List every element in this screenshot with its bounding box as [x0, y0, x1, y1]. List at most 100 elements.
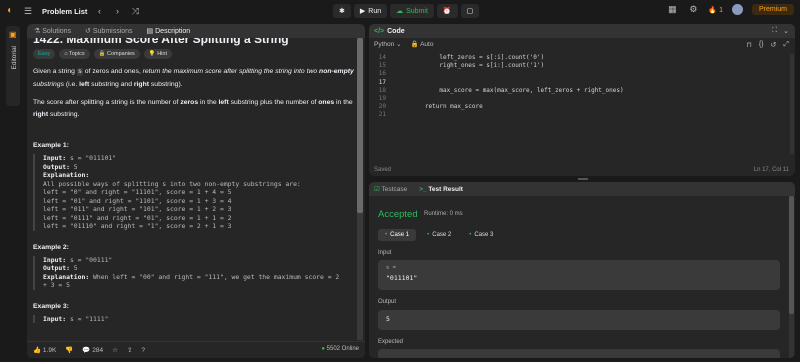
- text: right: [33, 110, 49, 118]
- collapse-icon[interactable]: ⌄: [783, 27, 789, 35]
- dislike-button[interactable]: 👎: [65, 346, 73, 354]
- explanation-line: left = "0" and right = "11101", score = …: [43, 188, 232, 196]
- help-button[interactable]: ?: [141, 347, 145, 354]
- code-editor[interactable]: 14 left_zeros = s[:i].count('0') 15 righ…: [369, 54, 789, 120]
- bookmark-icon[interactable]: ⊓: [746, 41, 751, 49]
- mode-select[interactable]: 🔒 Auto: [411, 40, 434, 48]
- star-icon: ☆: [112, 347, 118, 354]
- explanation-line: + 3 = 5: [43, 281, 70, 289]
- tab-test-result[interactable]: >_ Test Result: [419, 186, 463, 193]
- tab-solutions[interactable]: ⚗ Solutions: [34, 27, 71, 35]
- fire-icon: 🔥: [708, 6, 718, 14]
- cloud-upload-icon: ☁: [396, 8, 404, 15]
- tab-description-label: Description: [155, 28, 191, 35]
- topics-label: Topics: [69, 51, 85, 57]
- explanation-line: left = "011" and right = "101", score = …: [43, 205, 232, 213]
- debug-button[interactable]: ✱: [333, 4, 351, 18]
- thumbs-up-icon: 👍: [33, 347, 42, 354]
- splitter-grip[interactable]: [578, 178, 588, 180]
- run-button[interactable]: ▶ Run: [353, 4, 388, 18]
- comments-button[interactable]: 💬 284: [82, 346, 103, 354]
- editorial-tab[interactable]: ▣ Editorial: [6, 26, 20, 106]
- code-line: 15 right_ones = s[i:].count('1'): [369, 62, 789, 70]
- lock-icon: 🔒: [98, 51, 106, 57]
- input-var: s =: [386, 265, 396, 271]
- text: left: [218, 99, 229, 106]
- vertical-splitter[interactable]: [366, 24, 368, 358]
- layout-icon[interactable]: ▦: [666, 4, 678, 15]
- companies-chip[interactable]: 🔒 Companies: [93, 49, 140, 59]
- language-label: Python: [374, 41, 395, 48]
- leetcode-logo-icon[interactable]: ◖: [6, 5, 16, 17]
- like-button[interactable]: 👍 1.9K: [33, 346, 56, 354]
- text: ones: [318, 99, 335, 106]
- timer-button[interactable]: ⏰: [436, 4, 458, 18]
- line-number: 20: [378, 103, 386, 111]
- explanation-key: Explanation:: [43, 272, 90, 281]
- code-scrollbar[interactable]: [790, 54, 794, 154]
- hint-chip[interactable]: 💡 Hint: [143, 49, 172, 59]
- description-panel: ⚗ Solutions ↺ Submissions ▤ Description …: [27, 24, 365, 358]
- companies-label: Companies: [106, 51, 135, 57]
- editorial-label: Editorial: [11, 46, 18, 70]
- line-number: 14: [378, 54, 386, 61]
- alarm-icon: ⏰: [442, 8, 452, 15]
- code-line: 18 max_score = max(max_score, left_zeros…: [369, 87, 789, 95]
- settings-gear-icon[interactable]: ⚙: [687, 4, 699, 15]
- shuffle-icon[interactable]: ⤨: [129, 6, 141, 17]
- case-tab-2[interactable]: • Case 2: [420, 229, 458, 241]
- thumbs-down-icon: 👎: [65, 347, 74, 354]
- code-brackets-icon: </>: [374, 27, 385, 35]
- streak-counter[interactable]: 🔥 1: [708, 6, 723, 14]
- bug-icon: ✱: [339, 8, 345, 15]
- case-tab-3[interactable]: • Case 3: [462, 229, 500, 241]
- code-toolbar-actions: ⊓ {} ↺ ⤢: [746, 41, 789, 49]
- tab-submissions[interactable]: ↺ Submissions: [85, 27, 133, 35]
- tab-test-result-label: Test Result: [428, 185, 463, 193]
- text: substring).: [149, 80, 183, 88]
- premium-button[interactable]: Premium: [751, 4, 794, 15]
- example-3-title: Example 3:: [33, 302, 69, 310]
- tab-description[interactable]: ▤ Description: [147, 27, 191, 35]
- prev-problem-icon[interactable]: ‹: [93, 6, 105, 16]
- difficulty-badge: Easy: [33, 49, 56, 59]
- description-scroll-thumb[interactable]: [357, 38, 363, 213]
- explanation-line: All possible ways of splitting s into tw…: [43, 179, 301, 188]
- notes-button[interactable]: ▢: [460, 4, 480, 18]
- text: substring and: [89, 80, 134, 88]
- fullscreen-icon[interactable]: ⤢: [783, 41, 789, 49]
- problem-list-icon[interactable]: ☰: [22, 6, 34, 17]
- lock-icon: 🔒: [410, 41, 419, 48]
- input-value: s = "011101": [66, 154, 117, 162]
- lightbulb-icon: 💡: [148, 51, 156, 57]
- explanation-line: left = "01" and right = "1101", score = …: [43, 196, 232, 205]
- online-count: ● 5502 Online: [321, 346, 359, 352]
- braces-icon[interactable]: {}: [759, 41, 764, 49]
- code-toolbar: Python ⌄ 🔒 Auto: [369, 38, 795, 50]
- avatar[interactable]: [731, 4, 743, 15]
- input-value: s = "00111": [66, 255, 113, 264]
- tab-testcase[interactable]: ☑ Testcase: [374, 185, 407, 193]
- text: in the: [334, 99, 353, 106]
- explanation-line: left = "0111" and right = "01", score = …: [43, 213, 232, 222]
- problem-list-link[interactable]: Problem List: [42, 7, 87, 16]
- chevron-down-icon: ⌄: [396, 41, 402, 48]
- runtime-label: Runtime: 0 ms: [424, 211, 463, 217]
- topics-chip[interactable]: ⌂ Topics: [59, 49, 90, 59]
- favorite-button[interactable]: ☆: [112, 346, 118, 354]
- streak-count: 1: [719, 6, 723, 14]
- output-key: Output:: [43, 264, 70, 272]
- line-number: 17: [378, 78, 386, 86]
- next-problem-icon[interactable]: ›: [111, 6, 123, 16]
- line-text: left_zeros = s[:i].count('0'): [396, 54, 545, 61]
- case-tab-1[interactable]: • Case 1: [378, 229, 417, 241]
- reset-icon[interactable]: ↺: [771, 41, 777, 49]
- mode-label: Auto: [420, 41, 434, 48]
- test-scroll-thumb[interactable]: [789, 196, 794, 314]
- maximize-icon[interactable]: ⛶: [772, 27, 777, 35]
- share-button[interactable]: ⇪: [127, 346, 132, 354]
- test-panel: ☑ Testcase >_ Test Result Accepted Runti…: [369, 182, 795, 358]
- language-select[interactable]: Python ⌄: [374, 40, 402, 48]
- submit-button[interactable]: ☁ Submit: [390, 4, 434, 18]
- explanation-key: Explanation:: [43, 171, 90, 179]
